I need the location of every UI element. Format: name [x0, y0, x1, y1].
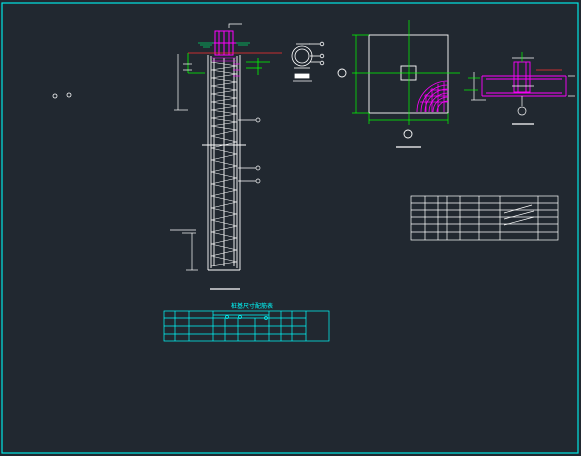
pile-cap-section [464, 52, 575, 125]
pile-cross-section [291, 41, 325, 82]
pile-cap-plan [337, 20, 460, 148]
pile-schedule-title: 桩基尺寸配筋表 [231, 302, 273, 310]
pile-elevation [170, 23, 282, 290]
drawing-frame [1, 2, 579, 454]
reference-markers [52, 92, 72, 99]
rebar-schedule-table [410, 195, 559, 241]
pile-schedule: 桩基尺寸配筋表 [163, 302, 330, 342]
drawing-canvas[interactable]: 桩基尺寸配筋表 [0, 0, 581, 456]
cad-viewport[interactable]: 桩基尺寸配筋表 [0, 0, 581, 456]
